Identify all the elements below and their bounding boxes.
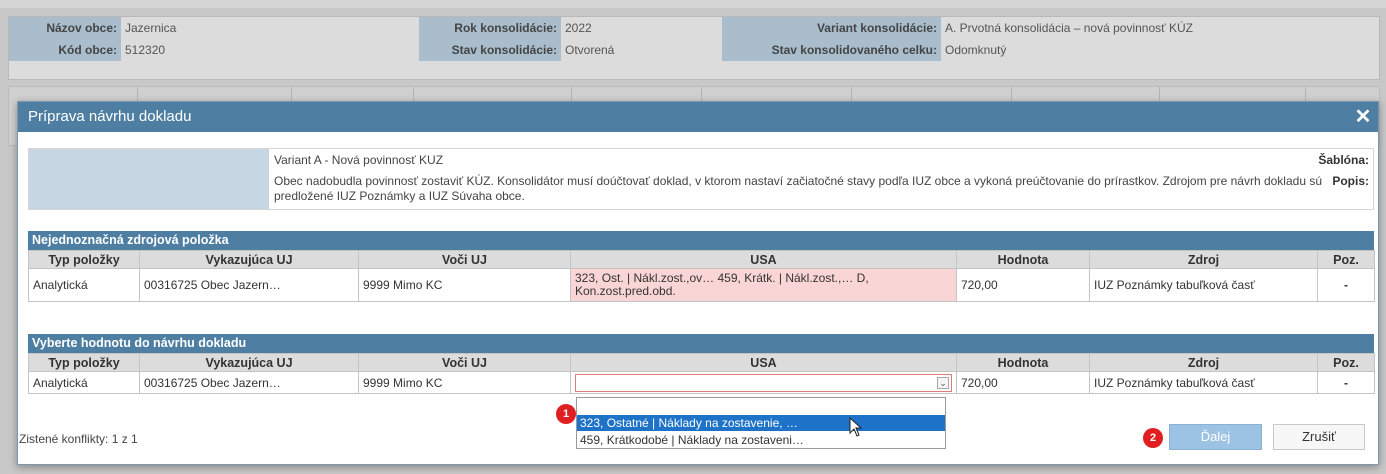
col-typ-polozky[interactable]: Typ položky <box>28 353 140 372</box>
select-value-table: Typ položky Vykazujúca UJ Voči UJ USA Ho… <box>28 353 1375 394</box>
section-title: Vyberte hodnotu do návrhu dokladu <box>28 334 1374 353</box>
col-voci-uj[interactable]: Voči UJ <box>358 250 571 269</box>
col-usa[interactable]: USA <box>570 353 957 372</box>
cell-zdroj: IUZ Poznámky tabuľková časť <box>1089 371 1318 394</box>
mouse-cursor-icon <box>849 416 863 440</box>
nazov-obce-label: Názov obce: <box>9 17 121 39</box>
stav-celku-value: Odomknutý <box>945 43 1007 57</box>
conflicts-counter: Zistené konflikty: 1 z 1 <box>19 432 138 446</box>
cell-vykazujuca: 00316725 Obec Jazern… <box>139 268 359 302</box>
cell-voci: 9999 Mimo KC <box>358 371 571 394</box>
col-zdroj[interactable]: Zdroj <box>1089 250 1318 269</box>
cell-poz: - <box>1317 371 1375 394</box>
variant-konsolidacie-value: A. Prvotná konsolidácia – nová povinnosť… <box>945 21 1193 35</box>
chevron-down-icon[interactable]: ⌄ <box>937 376 949 389</box>
col-vykazujuca-uj[interactable]: Vykazujúca UJ <box>139 250 359 269</box>
col-poz[interactable]: Poz. <box>1317 353 1375 372</box>
dialog-title: Príprava návrhu dokladu <box>28 108 192 125</box>
ambiguous-source-table: Typ položky Vykazujúca UJ Voči UJ USA Ho… <box>28 250 1375 302</box>
template-info: Šablóna: Variant A - Nová povinnosť KUZ … <box>28 148 1374 210</box>
cell-vykazujuca: 00316725 Obec Jazern… <box>139 371 359 394</box>
cell-usa-conflict: 323, Ost. | Nákl.zost.,ov… 459, Krátk. |… <box>570 268 957 302</box>
rok-konsolidacie-label: Rok konsolidácie: <box>419 17 561 39</box>
step-badge-1: 1 <box>556 404 576 424</box>
cell-typ: Analytická <box>28 371 140 394</box>
sablona-label: Šablóna: <box>1318 153 1369 167</box>
usa-dropdown-list: 323, Ostatné | Náklady na zostavenie, … … <box>576 397 946 449</box>
section-title: Nejednoznačná zdrojová položka <box>28 231 1374 250</box>
popis-value: Obec nadobudla povinnosť zostaviť KÚZ. K… <box>274 174 1322 203</box>
stav-celku-label: Stav konsolidovaného celku: <box>722 39 941 61</box>
close-icon[interactable]: ✕ <box>1352 106 1374 128</box>
dropdown-option-459[interactable]: 459, Krátkodobé | Náklady na zostaveni… <box>577 432 945 448</box>
col-hodnota[interactable]: Hodnota <box>956 353 1090 372</box>
col-usa[interactable]: USA <box>570 250 957 269</box>
table-row[interactable]: Analytická 00316725 Obec Jazern… 9999 Mi… <box>28 268 1375 302</box>
table-header-row: Typ položky Vykazujúca UJ Voči UJ USA Ho… <box>28 250 1375 269</box>
cell-hodnota: 720,00 <box>956 268 1090 302</box>
stav-konsolidacie-label: Stav konsolidácie: <box>419 39 561 61</box>
kod-obce-label: Kód obce: <box>9 39 121 61</box>
table-row[interactable]: Analytická 00316725 Obec Jazern… 9999 Mi… <box>28 371 1375 394</box>
select-value-section: Vyberte hodnotu do návrhu dokladu Typ po… <box>28 334 1375 394</box>
kod-obce-value: 512320 <box>125 43 166 57</box>
cell-usa-select: ⌄ <box>570 371 957 394</box>
cell-poz: - <box>1317 268 1375 302</box>
table-header-row: Typ položky Vykazujúca UJ Voči UJ USA Ho… <box>28 353 1375 372</box>
cell-voci: 9999 Mimo KC <box>358 268 571 302</box>
cell-typ: Analytická <box>28 268 140 302</box>
rok-konsolidacie-value: 2022 <box>565 21 592 35</box>
step-badge-2: 2 <box>1143 428 1163 448</box>
col-poz[interactable]: Poz. <box>1317 250 1375 269</box>
variant-konsolidacie-label: Variant konsolidácie: <box>722 17 941 39</box>
cell-hodnota: 720,00 <box>956 371 1090 394</box>
top-cut-strip <box>0 0 1386 8</box>
dropdown-option-323[interactable]: 323, Ostatné | Náklady na zostavenie, … <box>577 415 945 431</box>
stav-konsolidacie-value: Otvorená <box>565 43 615 57</box>
usa-select[interactable]: ⌄ <box>575 373 952 392</box>
municipality-header: Názov obce: Jazernica Kód obce: 512320 R… <box>8 16 1380 80</box>
cell-zdroj: IUZ Poznámky tabuľková časť <box>1089 268 1318 302</box>
ambiguous-source-section: Nejednoznačná zdrojová položka Typ polož… <box>28 231 1375 302</box>
nazov-obce-value: Jazernica <box>125 21 177 35</box>
dialog-header: Príprava návrhu dokladu ✕ <box>18 102 1378 132</box>
col-hodnota[interactable]: Hodnota <box>956 250 1090 269</box>
col-voci-uj[interactable]: Voči UJ <box>358 353 571 372</box>
col-zdroj[interactable]: Zdroj <box>1089 353 1318 372</box>
col-typ-polozky[interactable]: Typ položky <box>28 250 140 269</box>
sablona-value: Variant A - Nová povinnosť KUZ <box>274 153 444 167</box>
dropdown-option-empty[interactable] <box>577 399 945 415</box>
col-vykazujuca-uj[interactable]: Vykazujúca UJ <box>139 353 359 372</box>
next-button[interactable]: Ďalej <box>1169 424 1262 450</box>
cancel-button[interactable]: Zrušiť <box>1273 424 1365 450</box>
